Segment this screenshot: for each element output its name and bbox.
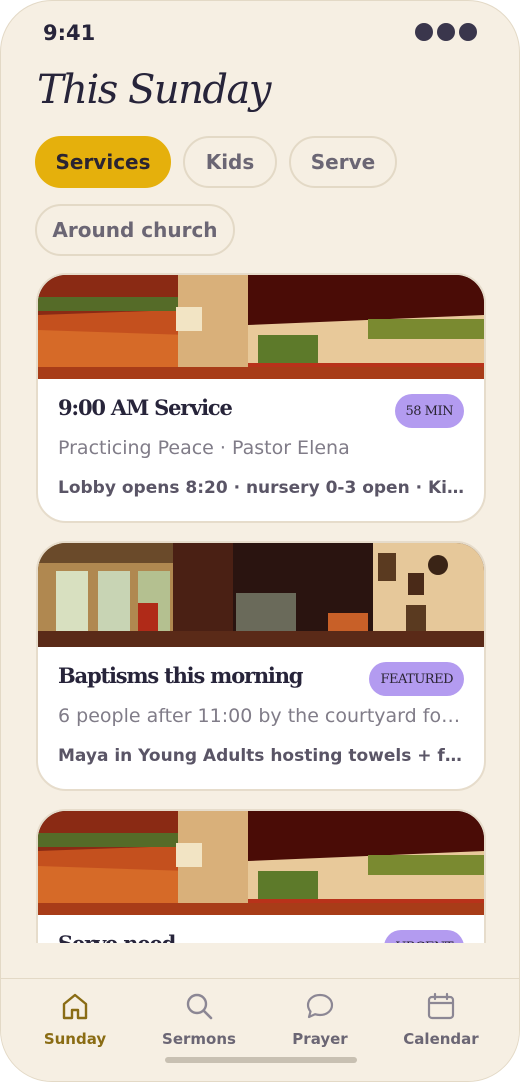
card-feed[interactable]: 9:00 AM Service 58 MIN Practicing Peace … bbox=[1, 1, 519, 943]
card-title: Serve need bbox=[58, 931, 176, 943]
serve-card[interactable]: Serve need URGENT bbox=[36, 809, 486, 943]
calendar-icon bbox=[427, 992, 455, 1020]
duration-badge: 58 MIN bbox=[394, 394, 464, 428]
sanctuary-photo bbox=[38, 811, 484, 915]
tab-sunday[interactable]: Sunday bbox=[20, 979, 130, 1059]
tab-sermons[interactable]: Sermons bbox=[144, 979, 254, 1059]
sanctuary-photo bbox=[38, 275, 484, 379]
church-hall-photo bbox=[38, 543, 484, 647]
card-title: Baptisms this morning bbox=[58, 663, 303, 688]
card-meta: Lobby opens 8:20 · nursery 0-3 open · Ki… bbox=[58, 478, 468, 498]
tab-calendar[interactable]: Calendar bbox=[386, 979, 496, 1059]
urgent-badge: URGENT bbox=[384, 930, 464, 943]
tab-label: Prayer bbox=[292, 1030, 348, 1048]
tab-prayer[interactable]: Prayer bbox=[265, 979, 375, 1059]
card-title: 9:00 AM Service bbox=[58, 395, 233, 420]
baptism-card[interactable]: Baptisms this morning FEATURED 6 people … bbox=[36, 541, 486, 791]
tab-label: Sermons bbox=[162, 1030, 236, 1048]
card-meta: Maya in Young Adults hosting towels + fa… bbox=[58, 746, 468, 766]
service-card[interactable]: 9:00 AM Service 58 MIN Practicing Peace … bbox=[36, 273, 486, 523]
home-indicator[interactable] bbox=[165, 1057, 357, 1063]
featured-badge: FEATURED bbox=[369, 662, 464, 696]
card-subtitle: Practicing Peace · Pastor Elena bbox=[58, 437, 350, 459]
tab-bar: Sunday Sermons Prayer Calendar bbox=[1, 978, 519, 1081]
search-icon bbox=[186, 993, 213, 1020]
chat-bubble-icon bbox=[306, 993, 334, 1019]
phone-screen: 9:41 This Sunday Services Kids Serve Aro… bbox=[0, 0, 520, 1082]
card-subtitle: 6 people after 11:00 by the courtyard fo… bbox=[58, 705, 468, 727]
tab-label: Sunday bbox=[43, 1030, 107, 1048]
tab-label: Calendar bbox=[403, 1030, 479, 1048]
home-icon bbox=[62, 993, 88, 1020]
